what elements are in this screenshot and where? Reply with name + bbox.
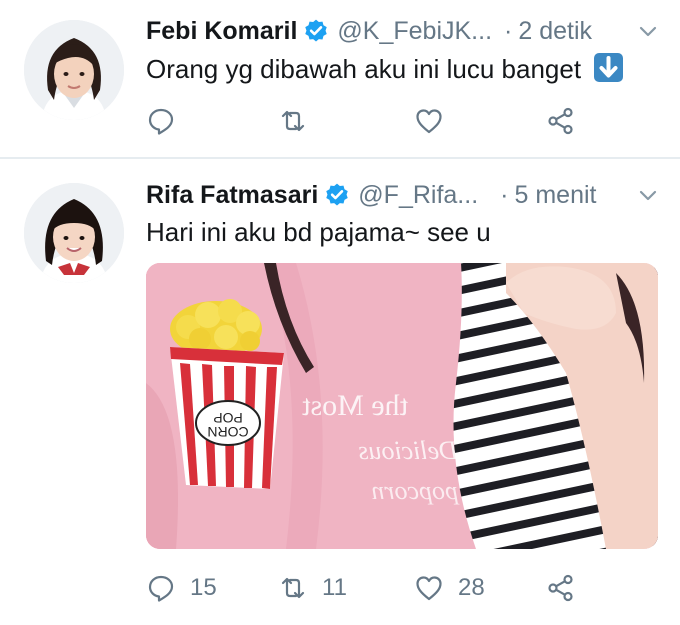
reply-icon [148, 575, 174, 602]
avatar-image [24, 20, 124, 120]
photo-illustration: POP CORN the Most Delicious popcorn [146, 263, 658, 549]
avatar-image [24, 183, 124, 283]
user-handle[interactable]: @K_FebiJK... [337, 14, 492, 48]
tweet-text: Hari ini aku bd pajama~ see u [146, 215, 491, 249]
user-handle[interactable]: @F_Rifa... [358, 178, 478, 212]
sticker-text-top: POP [213, 410, 243, 426]
retweet-button[interactable]: 11 [278, 568, 347, 608]
chevron-down-icon[interactable] [636, 19, 660, 43]
tweet-actions [146, 101, 626, 141]
chevron-down-icon[interactable] [636, 183, 660, 207]
retweet-icon [281, 110, 305, 132]
like-button[interactable]: 28 [414, 568, 485, 608]
share-button[interactable] [546, 101, 576, 141]
share-button[interactable] [546, 568, 576, 608]
tweet-1[interactable]: Febi Komaril @K_FebiJK... · 2 detik Oran… [0, 0, 680, 158]
shirt-text-1: the Most [302, 389, 409, 422]
tweet-header: Febi Komaril @K_FebiJK... · 2 detik [146, 14, 660, 48]
sticker-text-bottom: CORN [207, 424, 248, 440]
share-icon [548, 107, 573, 135]
tweet-text: Orang yg dibawah aku ini lucu banget [146, 52, 624, 86]
retweet-icon [281, 577, 305, 599]
avatar[interactable] [24, 20, 124, 120]
share-icon [548, 574, 573, 602]
display-name[interactable]: Rifa Fatmasari [146, 178, 318, 212]
reply-button[interactable] [146, 101, 190, 141]
like-count: 28 [458, 574, 485, 601]
tweet-actions: 15 11 28 [146, 568, 626, 608]
tweet-text-content: Hari ini aku bd pajama~ see u [146, 217, 491, 247]
display-name[interactable]: Febi Komaril [146, 14, 297, 48]
separator: · [500, 181, 509, 209]
separator: · [504, 17, 513, 45]
retweet-button[interactable] [278, 101, 322, 141]
down-arrow-emoji-icon [594, 53, 624, 82]
shirt-text-2: Delicious [358, 436, 459, 465]
like-icon [416, 576, 442, 601]
reply-button[interactable]: 15 [146, 568, 217, 608]
timestamp[interactable]: 5 menit [514, 178, 596, 212]
avatar[interactable] [24, 183, 124, 283]
retweet-count: 11 [322, 574, 347, 601]
reply-count: 15 [190, 574, 217, 601]
timestamp[interactable]: 2 detik [518, 14, 592, 48]
verified-icon [305, 19, 328, 42]
shirt-text-3: popcorn [371, 476, 460, 505]
tweet-text-content: Orang yg dibawah aku ini lucu banget [146, 54, 582, 84]
verified-icon [326, 183, 349, 206]
like-icon [416, 109, 442, 134]
tweet-media-photo[interactable]: POP CORN the Most Delicious popcorn [146, 263, 658, 549]
tweet-header: Rifa Fatmasari @F_Rifa... · 5 menit [146, 178, 660, 212]
like-button[interactable] [414, 101, 458, 141]
reply-icon [148, 108, 174, 135]
